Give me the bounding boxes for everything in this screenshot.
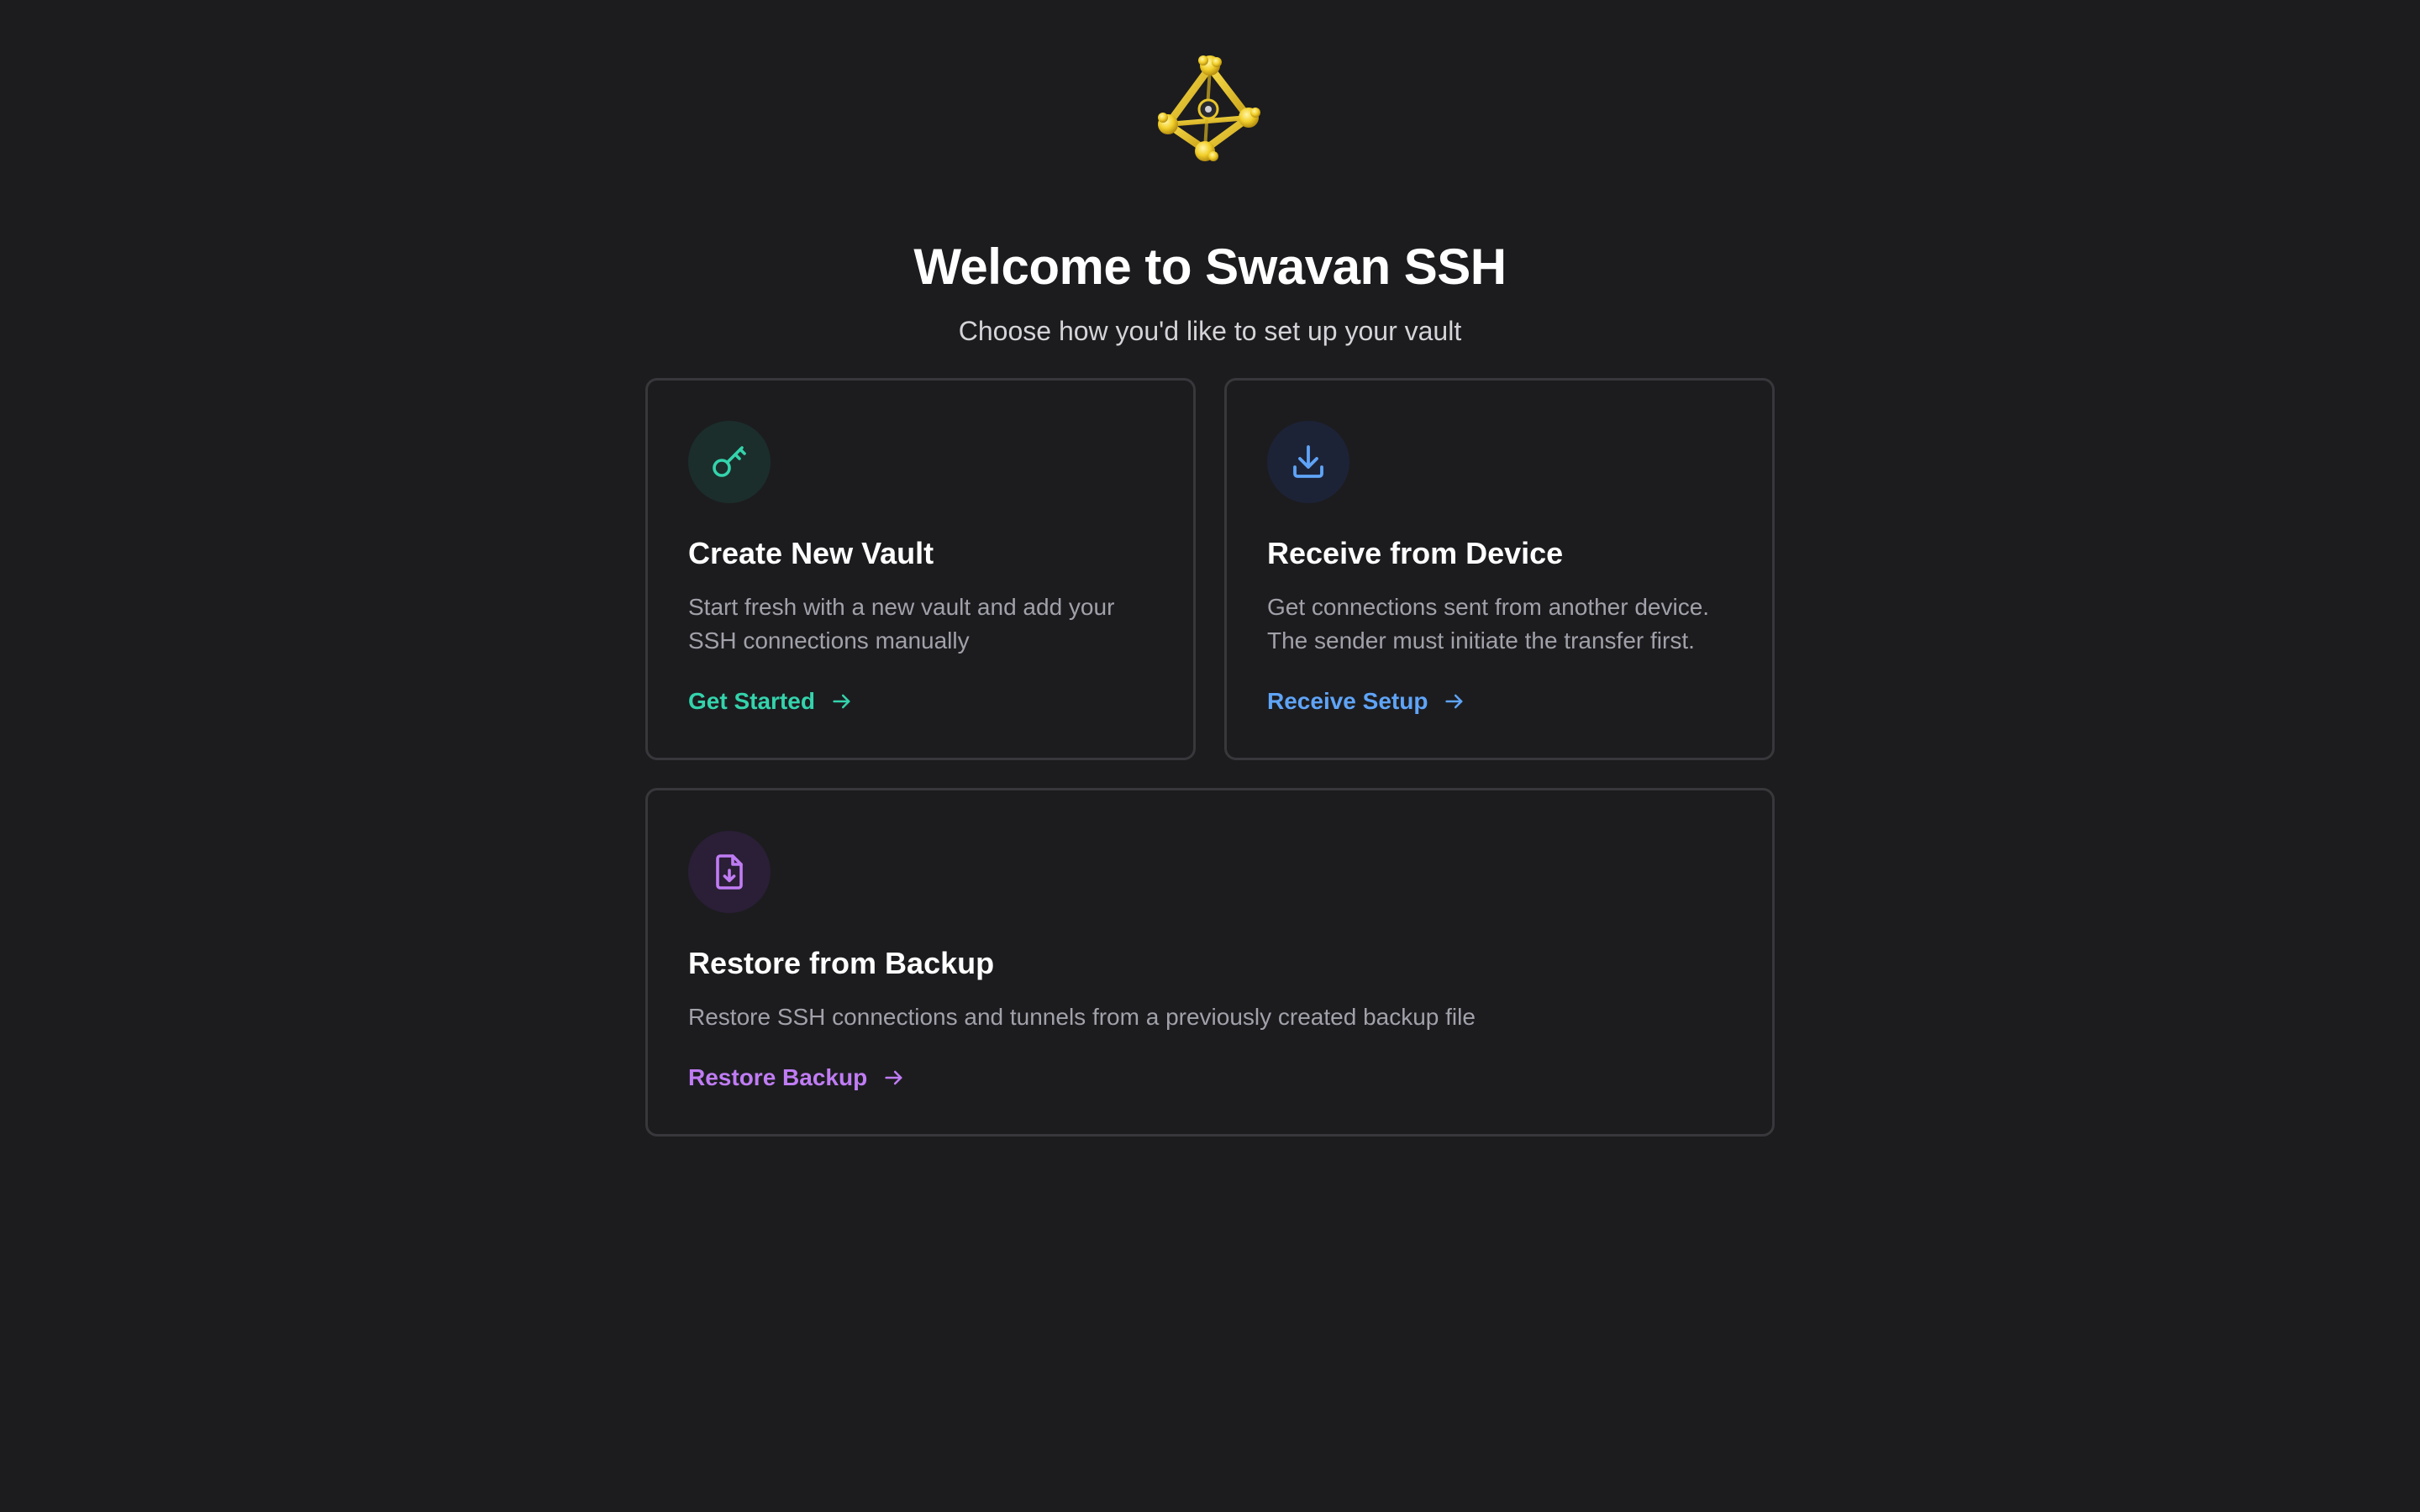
receive-from-device-card[interactable]: Receive from Device Get connections sent…: [1224, 378, 1775, 760]
welcome-page: Welcome to Swavan SSH Choose how you'd l…: [0, 0, 2420, 1512]
create-new-vault-card[interactable]: Create New Vault Start fresh with a new …: [645, 378, 1196, 760]
restore-from-backup-card[interactable]: Restore from Backup Restore SSH connecti…: [645, 788, 1775, 1137]
card-description: Get connections sent from another device…: [1267, 594, 1710, 654]
file-download-icon: [716, 854, 743, 890]
download-icon-badge: [1267, 421, 1349, 503]
page-subtitle: Choose how you'd like to set up your vau…: [958, 316, 1462, 346]
download-icon: [1293, 445, 1323, 478]
card-title: Receive from Device: [1267, 536, 1564, 570]
key-icon: [713, 446, 746, 477]
arrow-right-icon: [885, 1070, 902, 1085]
get-started-link[interactable]: Get Started: [688, 685, 854, 718]
card-description: Start fresh with a new vault and add you…: [688, 594, 1115, 654]
swavan-logo-icon: [1156, 52, 1264, 166]
card-description: Restore SSH connections and tunnels from…: [688, 1004, 1476, 1030]
receive-setup-link[interactable]: Receive Setup: [1267, 685, 1466, 718]
link-label: Restore Backup: [688, 1064, 868, 1090]
arrow-right-icon: [1445, 694, 1463, 709]
card-title: Restore from Backup: [688, 946, 995, 980]
arrow-right-icon: [833, 694, 850, 709]
link-label: Get Started: [688, 688, 815, 714]
key-icon-badge: [688, 421, 771, 503]
link-label: Receive Setup: [1267, 688, 1428, 714]
page-title: Welcome to Swavan SSH: [913, 239, 1507, 296]
card-title: Create New Vault: [688, 536, 934, 570]
restore-backup-link[interactable]: Restore Backup: [688, 1061, 906, 1095]
file-download-icon-badge: [688, 831, 771, 913]
